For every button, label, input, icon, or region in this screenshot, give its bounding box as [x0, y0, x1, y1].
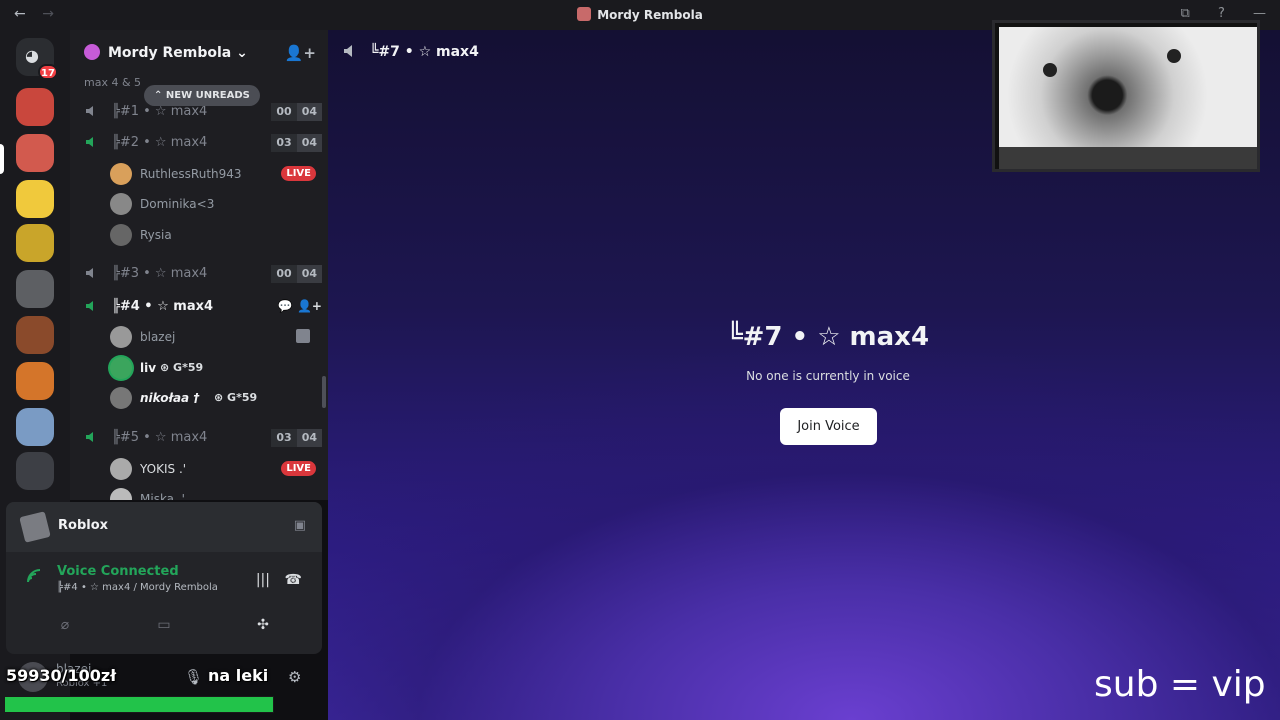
live-badge: LIVE — [281, 461, 316, 476]
empty-channel-subtitle: No one is currently in voice — [746, 369, 910, 383]
avatar — [110, 224, 132, 246]
discord-logo-icon: ◕ — [25, 46, 39, 65]
server-icon-6[interactable] — [16, 316, 54, 354]
server-icon-1[interactable] — [16, 88, 54, 126]
server-icon-5[interactable] — [16, 270, 54, 308]
voice-user[interactable]: Rysia — [108, 222, 318, 246]
voice-user[interactable]: Miska .' — [108, 486, 318, 500]
donation-goal-label: na leki — [208, 666, 269, 685]
clan-tag: ⊛ G*59 — [160, 361, 204, 374]
activities-button[interactable]: ✣ — [216, 610, 310, 640]
selected-server-pip — [0, 144, 4, 174]
server-icon-8[interactable] — [16, 408, 54, 446]
empty-channel-title: ╚#7 • ☆ max4 — [726, 322, 930, 352]
category-label[interactable]: max 4 & 5 — [84, 76, 141, 89]
server-icon-7[interactable] — [16, 362, 54, 400]
voice-channel-2[interactable]: ╠#2 • ☆ max4 03 04 — [82, 131, 322, 155]
help-icon[interactable]: ? — [1218, 6, 1225, 21]
new-unreads-button[interactable]: ⌃ NEW UNREADS — [144, 85, 260, 106]
invite-people-icon[interactable]: 👤+ — [285, 44, 316, 62]
speaker-icon — [86, 106, 93, 116]
speaker-icon — [86, 268, 93, 278]
notification-badge: 17 — [38, 64, 58, 80]
server-icon-3[interactable] — [16, 180, 54, 218]
user-limit-badge: 03 04 — [271, 134, 322, 152]
donation-counter: 59930/100zł — [6, 666, 117, 685]
signal-icon[interactable] — [26, 568, 42, 584]
voice-panel: Roblox ▣ Voice Connected ╠#4 • ☆ max4 / … — [6, 502, 322, 654]
server-avatar-icon — [577, 7, 592, 21]
voice-channel-5[interactable]: ╠#5 • ☆ max4 03 04 — [82, 426, 322, 450]
voice-channel-3[interactable]: ╠#3 • ☆ max4 00 04 — [82, 262, 322, 286]
user-limit-badge: 00 04 — [271, 265, 322, 283]
inbox-icon[interactable]: ⧉ — [1181, 6, 1190, 21]
server-icon-9[interactable] — [16, 452, 54, 490]
speaker-icon — [86, 301, 93, 311]
webcam-overlay — [992, 20, 1260, 172]
screen-share-icon[interactable]: ▣ — [294, 518, 306, 533]
speaker-icon — [86, 432, 93, 442]
chevron-down-icon: ⌄ — [236, 45, 248, 61]
settings-icon[interactable]: ⚙ — [288, 668, 301, 686]
stream-watermark: sub = vip — [1094, 664, 1266, 705]
avatar — [110, 387, 132, 409]
window-controls: ⧉ ? — — [1157, 6, 1266, 21]
channel-sidebar: Mordy Rembola ⌄ 👤+ max 4 & 5 ╠#1 • ☆ max… — [70, 30, 328, 500]
webcam-feed — [999, 27, 1257, 169]
voice-user[interactable]: blazej — [108, 324, 318, 348]
activity-card[interactable]: Roblox ▣ — [6, 502, 322, 552]
voice-user[interactable]: RuthlessRuth943 LIVE — [108, 161, 318, 185]
disconnect-icon[interactable]: ☎ — [285, 572, 302, 588]
avatar — [110, 163, 132, 185]
avatar — [110, 458, 132, 480]
live-badge: LIVE — [281, 166, 316, 181]
voice-channel-path[interactable]: ╠#4 • ☆ max4 / Mordy Rembola — [57, 582, 218, 593]
voice-user[interactable]: liv ⊛ G*59 — [108, 355, 318, 379]
avatar — [110, 488, 132, 500]
channel-scrollbar[interactable] — [322, 376, 326, 408]
roblox-icon — [19, 511, 51, 543]
avatar — [110, 357, 132, 379]
voice-status[interactable]: Voice Connected — [57, 564, 179, 579]
voice-user[interactable]: YOKIS .' LIVE — [108, 456, 318, 480]
voice-user[interactable]: nikołaa † ⊛ G*59 — [108, 385, 318, 409]
direct-messages-button[interactable]: ◕ 17 — [16, 38, 58, 80]
speaker-icon — [344, 45, 352, 57]
voice-user[interactable]: Dominika<3 — [108, 191, 318, 215]
mute-mic-icon[interactable]: 🎙 — [184, 668, 203, 686]
user-limit-badge: 00 04 — [271, 103, 322, 121]
camera-off-button[interactable]: ⌀ — [18, 610, 112, 640]
noise-suppression-icon[interactable]: ||| — [256, 572, 270, 588]
guild-icon — [84, 44, 100, 60]
server-icon-2[interactable] — [16, 134, 54, 172]
user-limit-badge: 03 04 — [271, 429, 322, 447]
avatar — [110, 326, 132, 348]
clan-tag: ⊛ G*59 — [214, 391, 258, 404]
donation-progress-bar — [4, 696, 274, 713]
server-icon-4[interactable] — [16, 224, 54, 262]
voice-channel-4[interactable]: ╠#4 • ☆ max4 💬 👤+ — [82, 295, 322, 319]
speaker-icon — [86, 137, 93, 147]
avatar — [110, 193, 132, 215]
minimize-button[interactable]: — — [1253, 6, 1266, 21]
guild-header[interactable]: Mordy Rembola ⌄ 👤+ — [70, 30, 328, 74]
join-voice-button[interactable]: Join Voice — [780, 408, 877, 445]
channel-header: ╚#7 • ☆ max4 — [342, 44, 479, 60]
share-screen-button[interactable]: ▭ — [117, 610, 211, 640]
progress-fill — [5, 697, 273, 712]
roblox-activity-icon — [296, 329, 310, 343]
chat-and-invite-icons[interactable]: 💬 👤+ — [278, 299, 322, 313]
